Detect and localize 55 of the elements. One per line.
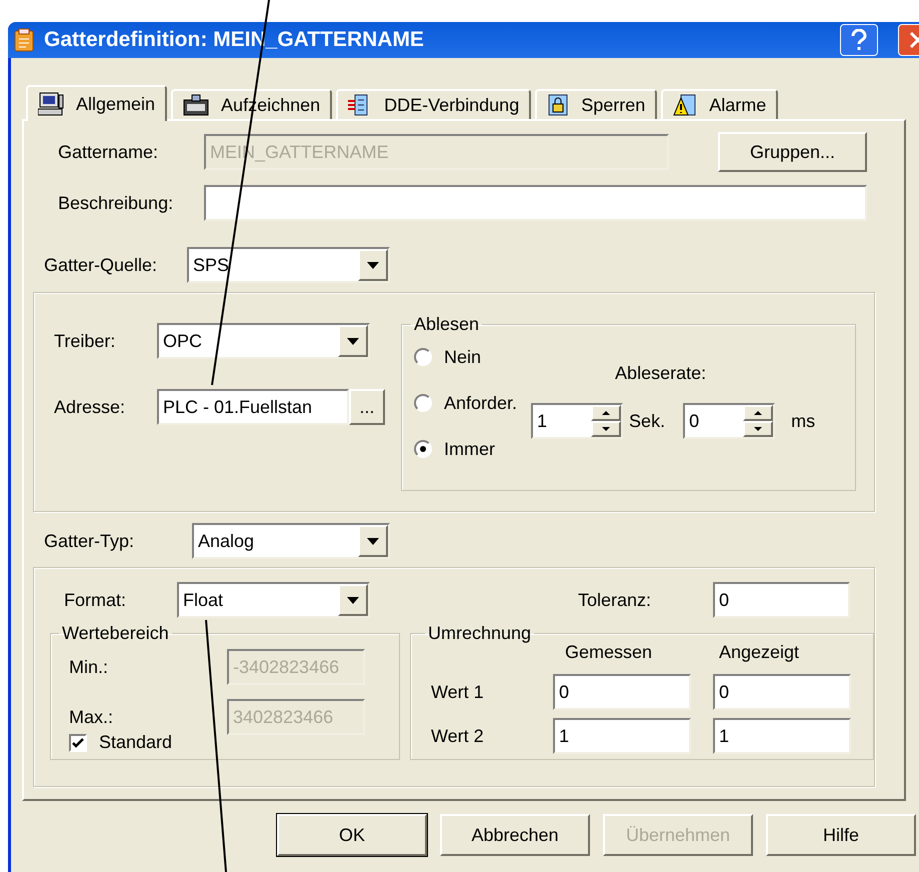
- field-label: Toleranz:: [578, 590, 652, 610]
- spin-field[interactable]: 0: [683, 403, 776, 439]
- field-label: Wert 2: [431, 726, 484, 746]
- spin-arrows-icon[interactable]: [591, 405, 622, 437]
- input-field[interactable]: [204, 185, 867, 221]
- dropdown[interactable]: Float: [177, 582, 370, 618]
- help-button[interactable]: [840, 24, 878, 56]
- input-field[interactable]: 0: [713, 674, 851, 710]
- radio-button[interactable]: Nein: [414, 344, 518, 370]
- spin-field[interactable]: 1: [531, 403, 624, 439]
- computer-icon: [38, 92, 64, 116]
- dropdown[interactable]: Analog: [192, 523, 390, 559]
- question-mark-icon: [851, 29, 867, 51]
- input-field[interactable]: 1: [713, 718, 851, 754]
- dialog-button[interactable]: Abbrechen: [440, 814, 590, 856]
- groups-button[interactable]: Gruppen...: [718, 132, 867, 172]
- input-field[interactable]: 0: [553, 674, 691, 710]
- group-title: Ablesen: [413, 313, 480, 336]
- tab[interactable]: Allgemein: [26, 85, 168, 121]
- dialog-button[interactable]: Hilfe: [766, 814, 916, 856]
- recorder-icon: [183, 94, 210, 116]
- field-label: Adresse:: [54, 396, 126, 416]
- input-field[interactable]: 0: [713, 582, 850, 618]
- field-label: Max.:: [69, 706, 114, 726]
- field-label: Min.:: [69, 656, 108, 676]
- checkbox[interactable]: Standard: [69, 729, 172, 756]
- lock-icon: [547, 93, 570, 117]
- field-label: Gattername:: [58, 142, 158, 162]
- input-field[interactable]: PLC - 01.Fuellstan: [157, 389, 349, 425]
- field-label: Beschreibung:: [58, 192, 174, 212]
- spin-arrows-icon[interactable]: [743, 405, 774, 437]
- tab[interactable]: Alarme: [661, 89, 778, 119]
- field-label: Gatter-Typ:: [44, 530, 134, 550]
- radio-button[interactable]: Anforder.: [414, 390, 518, 416]
- group-title: Umrechnung: [427, 622, 532, 645]
- warning-icon: [673, 93, 698, 117]
- field-label: Wert 1: [431, 682, 484, 702]
- column-header: Angezeigt: [719, 642, 800, 662]
- dropdown[interactable]: OPC: [157, 323, 370, 359]
- dropdown[interactable]: SPS: [187, 247, 390, 283]
- column-header: Gemessen: [565, 642, 652, 662]
- field-label: Ableserate:: [615, 363, 706, 383]
- field-label: Sek.: [629, 410, 666, 432]
- radio-button[interactable]: Immer: [414, 436, 518, 462]
- tab[interactable]: Sperren: [535, 89, 658, 119]
- field-label: Format:: [64, 590, 126, 610]
- tab[interactable]: DDE-Verbindung: [336, 89, 532, 119]
- dialog-button[interactable]: OK: [277, 814, 427, 856]
- document-icon: [14, 28, 34, 52]
- input-field[interactable]: 1: [553, 718, 691, 754]
- field-label: ms: [791, 410, 816, 432]
- field-label: Gatter-Quelle:: [44, 254, 158, 274]
- browse-button[interactable]: ...: [349, 389, 385, 425]
- group-title: Wertebereich: [61, 622, 170, 645]
- field-label: Treiber:: [54, 330, 116, 350]
